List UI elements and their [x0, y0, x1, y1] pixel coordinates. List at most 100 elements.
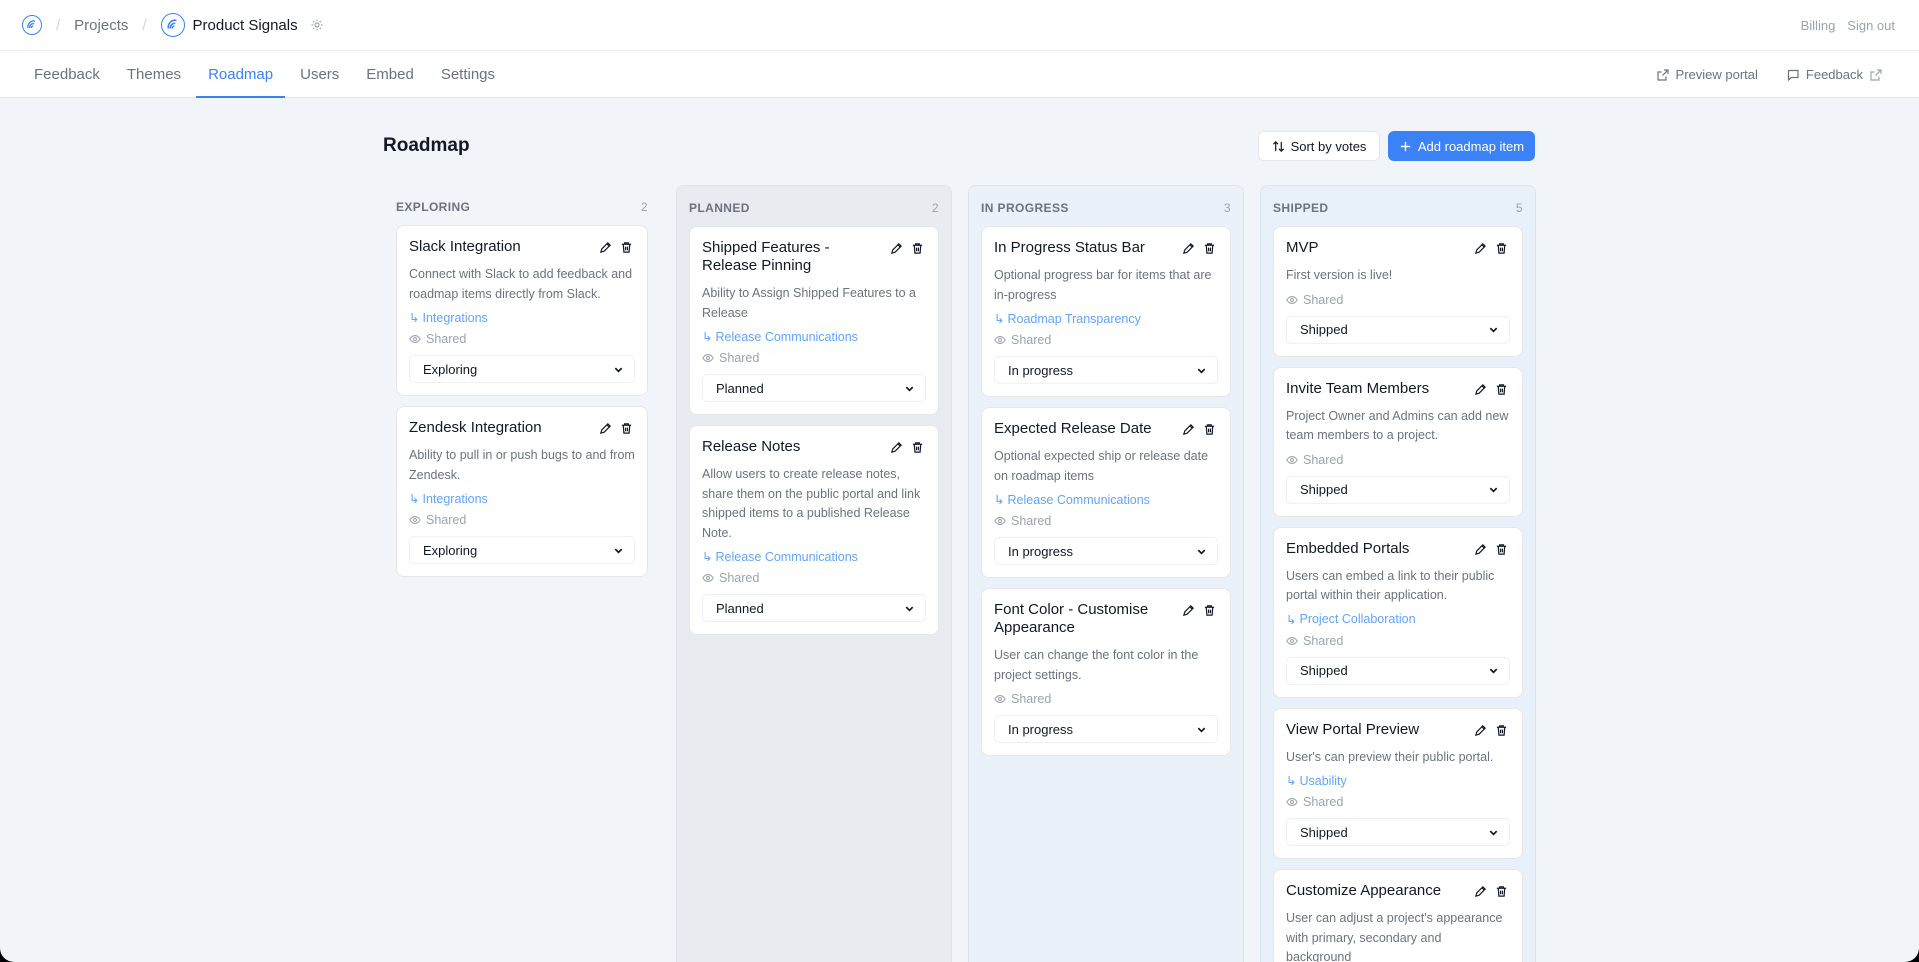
- roadmap-card[interactable]: In Progress Status Bar Optional progress …: [981, 226, 1231, 397]
- add-roadmap-item-button[interactable]: Add roadmap item: [1388, 131, 1535, 161]
- sign-out-link[interactable]: Sign out: [1847, 18, 1895, 33]
- card-status-select[interactable]: Shipped: [1286, 475, 1510, 504]
- card-shared-label: Shared: [1011, 514, 1052, 528]
- card-theme-link[interactable]: ↳ Integrations: [409, 310, 635, 326]
- trash-icon[interactable]: [1495, 885, 1508, 898]
- card-theme-link[interactable]: ↳ Roadmap Transparency: [994, 311, 1218, 327]
- trash-icon[interactable]: [620, 422, 633, 435]
- roadmap-card[interactable]: Font Color - Customise Appearance User ca…: [981, 588, 1231, 756]
- pencil-icon[interactable]: [890, 242, 903, 255]
- roadmap-card[interactable]: Expected Release Date Optional expected s…: [981, 407, 1231, 578]
- card-theme-link[interactable]: ↳ Release Communications: [702, 549, 926, 565]
- pencil-icon[interactable]: [1182, 242, 1195, 255]
- card-theme-link[interactable]: ↳ Release Communications: [994, 492, 1218, 508]
- breadcrumb-separator: /: [142, 16, 147, 34]
- roadmap-card[interactable]: Release Notes Allow users to create relea…: [689, 425, 939, 635]
- card-shared-indicator: Shared: [409, 513, 635, 527]
- trash-icon[interactable]: [620, 241, 633, 254]
- chevron-down-icon: [1489, 327, 1498, 333]
- card-description: Ability to pull in or push bugs to and f…: [409, 448, 635, 482]
- chevron-down-icon: [905, 386, 914, 392]
- card-status-select[interactable]: Exploring: [409, 536, 635, 564]
- card-shared-label: Shared: [719, 351, 760, 365]
- roadmap-card[interactable]: Embedded Portals Users can embed a link t…: [1273, 526, 1523, 698]
- tab-roadmap[interactable]: Roadmap: [196, 51, 286, 98]
- roadmap-card[interactable]: Customize Appearance User can adjust a pr…: [1273, 869, 1523, 962]
- tab-feedback[interactable]: Feedback: [22, 51, 112, 97]
- pencil-icon[interactable]: [1474, 242, 1487, 255]
- card-status-select[interactable]: Planned: [702, 374, 926, 402]
- card-description: User can adjust a project's appearance w…: [1286, 911, 1503, 962]
- trash-icon[interactable]: [911, 441, 924, 454]
- roadmap-card[interactable]: MVP First version is live! Shared Shipped: [1273, 226, 1523, 357]
- card-theme-link[interactable]: ↳ Project Collaboration: [1286, 612, 1510, 627]
- column-exploring: EXPLORING 2 Slack Integration Connect with …: [384, 185, 660, 587]
- card-status-select[interactable]: In progress: [994, 715, 1218, 743]
- card-actions: [599, 422, 633, 435]
- card-status-select[interactable]: In progress: [994, 356, 1218, 384]
- card-actions: [1474, 242, 1508, 255]
- pencil-icon[interactable]: [1474, 724, 1487, 737]
- roadmap-card[interactable]: Slack Integration Connect with Slack to a…: [396, 225, 648, 396]
- card-shared-label: Shared: [1303, 795, 1344, 809]
- card-status-select[interactable]: Exploring: [409, 355, 635, 383]
- breadcrumb-projects[interactable]: Projects: [74, 17, 128, 34]
- tab-settings[interactable]: Settings: [429, 51, 507, 97]
- return-arrow-icon: ↳: [994, 493, 1005, 507]
- trash-icon[interactable]: [1495, 543, 1508, 556]
- roadmap-card[interactable]: Shipped Features - Release Pinning Abilit…: [689, 226, 939, 415]
- pencil-icon[interactable]: [1182, 604, 1195, 617]
- card-status-select[interactable]: Shipped: [1286, 315, 1510, 344]
- eye-icon: [409, 516, 421, 524]
- card-status-select[interactable]: Shipped: [1286, 656, 1510, 685]
- card-status-value: In progress: [1008, 543, 1074, 559]
- column-header: EXPLORING 2: [396, 185, 648, 225]
- tab-themes[interactable]: Themes: [115, 51, 193, 97]
- eye-icon: [1286, 455, 1298, 464]
- breadcrumb-project-name[interactable]: Product Signals: [193, 17, 298, 34]
- feedback-widget-link[interactable]: Feedback: [1786, 67, 1883, 82]
- trash-icon[interactable]: [1495, 383, 1508, 396]
- card-theme-link[interactable]: ↳ Usability: [1286, 773, 1510, 789]
- card-status-value: In progress: [1008, 721, 1074, 737]
- billing-link[interactable]: Billing: [1801, 18, 1836, 33]
- card-actions: [890, 441, 924, 454]
- card-actions: [1474, 885, 1508, 898]
- preview-portal-link[interactable]: Preview portal: [1656, 67, 1758, 82]
- app-logo-icon[interactable]: [22, 15, 42, 35]
- roadmap-card[interactable]: View Portal Preview User's can preview th…: [1273, 707, 1523, 859]
- trash-icon[interactable]: [1203, 604, 1216, 617]
- pencil-icon[interactable]: [1474, 885, 1487, 898]
- roadmap-card[interactable]: Invite Team Members Project Owner and Adm…: [1273, 366, 1523, 517]
- trash-icon[interactable]: [1495, 242, 1508, 255]
- card-status-select[interactable]: In progress: [994, 537, 1218, 565]
- external-link-icon: [1656, 68, 1669, 81]
- trash-icon[interactable]: [911, 242, 924, 255]
- page-title: Roadmap: [383, 135, 470, 156]
- card-theme-link[interactable]: ↳ Integrations: [409, 491, 635, 507]
- roadmap-card[interactable]: Zendesk Integration Ability to pull in or…: [396, 406, 648, 577]
- card-theme-link[interactable]: ↳ Release Communications: [702, 329, 926, 345]
- trash-icon[interactable]: [1203, 423, 1216, 436]
- card-shared-indicator: Shared: [409, 332, 635, 346]
- pencil-icon[interactable]: [599, 422, 612, 435]
- column-title: IN PROGRESS: [981, 201, 1069, 215]
- tab-embed[interactable]: Embed: [354, 51, 426, 97]
- gear-icon[interactable]: [310, 18, 324, 32]
- pencil-icon[interactable]: [1474, 383, 1487, 396]
- pencil-icon[interactable]: [599, 241, 612, 254]
- card-theme-label: Release Communications: [1007, 492, 1150, 507]
- tab-users[interactable]: Users: [288, 51, 351, 97]
- preview-portal-label: Preview portal: [1675, 67, 1758, 82]
- card-shared-indicator: Shared: [702, 351, 926, 365]
- column-title: PLANNED: [689, 201, 750, 215]
- card-status-select[interactable]: Planned: [702, 594, 926, 622]
- pencil-icon[interactable]: [1474, 543, 1487, 556]
- pencil-icon[interactable]: [890, 441, 903, 454]
- trash-icon[interactable]: [1203, 242, 1216, 255]
- trash-icon[interactable]: [1495, 724, 1508, 737]
- chevron-down-icon: [1197, 368, 1206, 374]
- card-status-select[interactable]: Shipped: [1286, 818, 1510, 846]
- sort-by-votes-button[interactable]: Sort by votes: [1258, 131, 1380, 161]
- pencil-icon[interactable]: [1182, 423, 1195, 436]
